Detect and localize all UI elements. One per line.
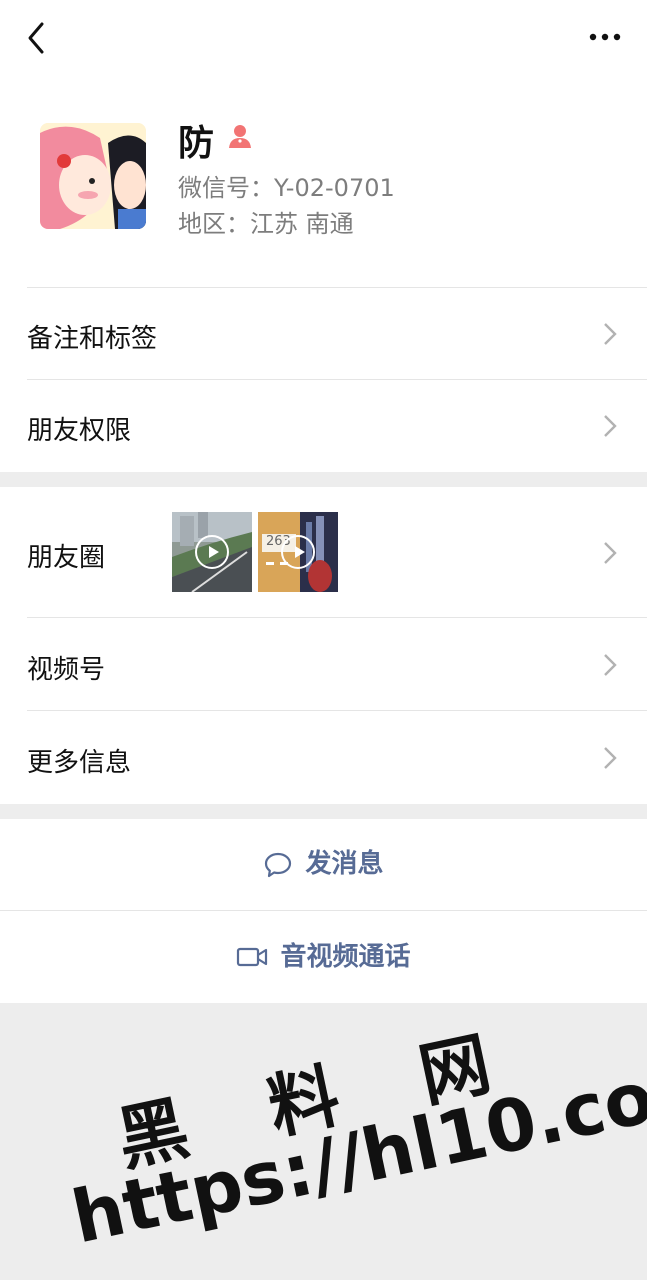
region: 地区：江苏 南通 [178,210,354,238]
back-icon[interactable] [20,18,56,58]
play-icon [281,535,315,569]
channels-label: 视频号 [27,655,106,685]
chevron-right-icon [604,323,617,345]
chevron-right-icon [604,747,617,769]
moments-video-thumbnail[interactable] [172,512,252,592]
play-icon [195,535,229,569]
female-gender-icon [229,125,251,148]
chevron-right-icon [604,654,617,676]
moments-label: 朋友圈 [27,543,106,573]
friend-permissions-label: 朋友权限 [27,416,132,446]
send-message-button[interactable]: 发消息 [0,819,647,910]
more-icon[interactable] [583,22,627,52]
chevron-right-icon [604,415,617,437]
chat-bubble-icon [265,852,292,877]
avatar[interactable] [40,123,146,229]
contact-name: 防 [178,123,215,164]
chevron-right-icon [604,542,617,564]
channels-row[interactable]: 视频号 [0,618,647,711]
more-info-label: 更多信息 [27,748,132,778]
wechat-id: 微信号：Y-02-0701 [178,174,395,202]
remark-tags-label: 备注和标签 [27,324,158,354]
moments-video-thumbnail[interactable]: 263 [258,512,338,592]
more-info-row[interactable]: 更多信息 [0,711,647,804]
moments-row[interactable]: 朋友圈 263 [0,487,647,618]
send-message-label: 发消息 [305,849,384,879]
friend-permissions-row[interactable]: 朋友权限 [0,380,647,472]
profile-header: 防 微信号：Y-02-0701 地区：江苏 南通 [0,80,647,288]
top-bar [0,0,647,80]
remark-tags-row[interactable]: 备注和标签 [0,288,647,380]
video-camera-icon [237,947,268,967]
